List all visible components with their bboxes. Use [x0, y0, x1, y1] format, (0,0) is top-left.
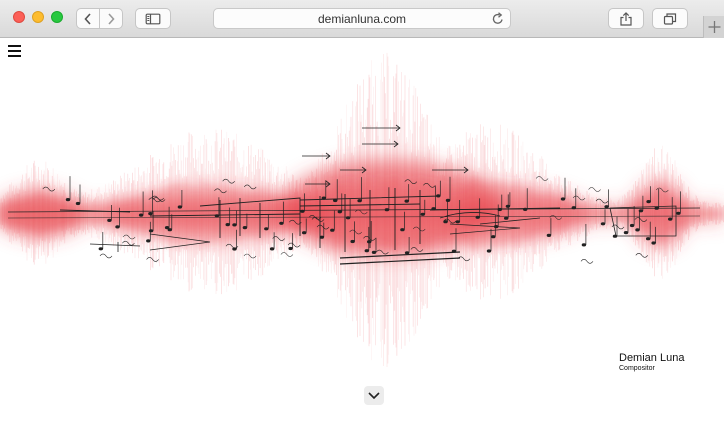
site-branding: Demian Luna Compositor	[619, 352, 684, 373]
scroll-down-button[interactable]	[364, 386, 384, 405]
address-bar[interactable]: demianluna.com	[213, 8, 511, 29]
history-navigation	[76, 8, 124, 29]
sidebar-icon	[145, 13, 161, 24]
hamburger-menu-icon[interactable]	[8, 45, 22, 57]
reload-icon[interactable]	[492, 12, 504, 25]
score-waveform-artwork	[0, 52, 724, 367]
close-window-button[interactable]	[13, 11, 25, 23]
zoom-window-button[interactable]	[51, 11, 63, 23]
tabs-icon	[663, 12, 677, 25]
site-name: Demian Luna	[619, 352, 685, 364]
new-tab-button[interactable]	[703, 16, 724, 38]
browser-toolbar: demianluna.com	[0, 0, 724, 38]
web-page: Demian Luna Compositor	[0, 38, 724, 422]
show-tabs-button[interactable]	[652, 8, 688, 29]
share-icon	[620, 11, 632, 26]
chevron-right-icon	[108, 12, 115, 25]
chevron-left-icon	[84, 12, 91, 25]
share-button[interactable]	[608, 8, 644, 29]
sidebar-button[interactable]	[135, 8, 171, 29]
plus-icon	[708, 21, 721, 33]
minimize-window-button[interactable]	[32, 11, 44, 23]
site-role: Compositor	[619, 365, 655, 372]
back-button[interactable]	[76, 8, 100, 29]
forward-button[interactable]	[99, 8, 123, 29]
url-text: demianluna.com	[317, 12, 407, 26]
chevron-down-icon	[368, 392, 380, 400]
